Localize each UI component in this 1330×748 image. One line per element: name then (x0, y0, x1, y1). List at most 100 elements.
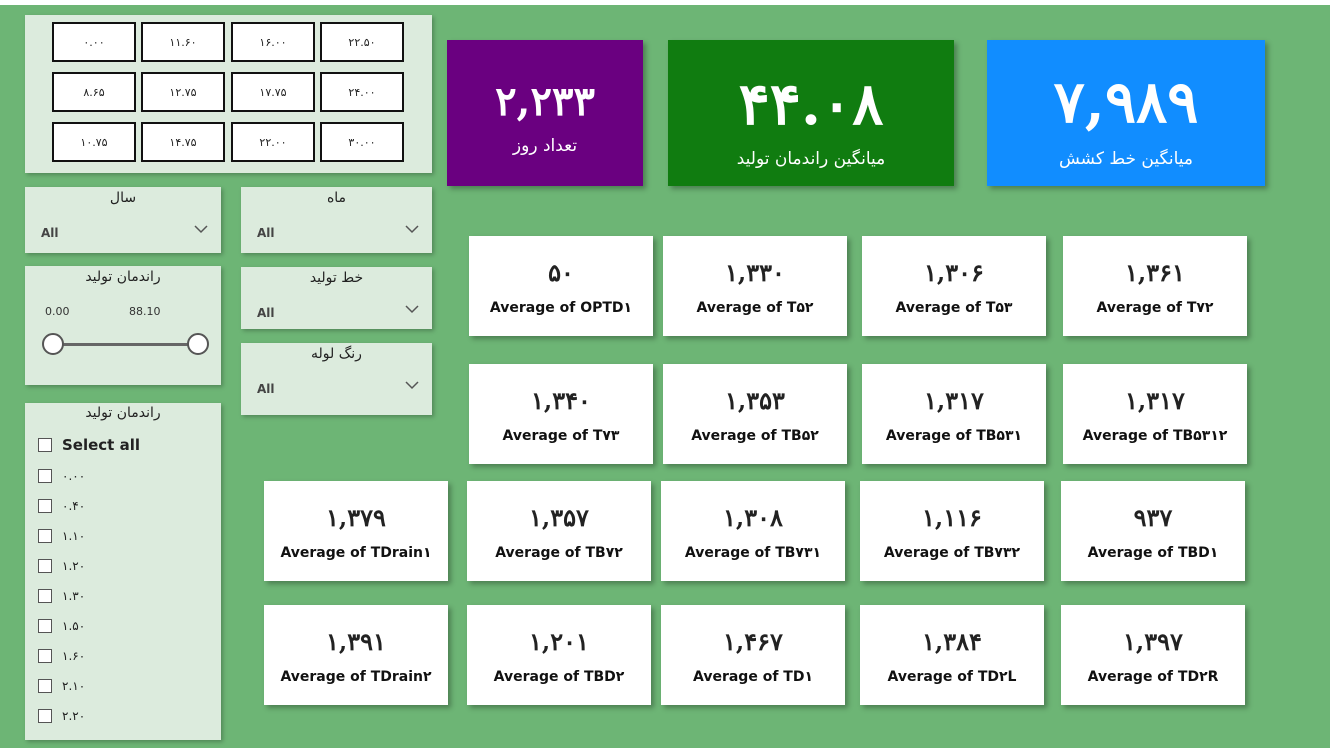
metric-label: Average of TB۵۲ (691, 428, 819, 444)
slider-min-value[interactable]: 0.00 (45, 305, 70, 318)
checklist-item[interactable]: ۱.۱۰ (38, 529, 85, 543)
month-dropdown-value[interactable]: All (257, 226, 275, 240)
checklist-item[interactable]: ۱.۶۰ (38, 649, 85, 663)
metric-card: ۱,۳۷۹ Average of TDrain۱ (264, 481, 448, 581)
checklist-item-label: ۱.۳۰ (62, 589, 86, 603)
metric-label: Average of TD۱ (693, 669, 813, 685)
checklist-item[interactable]: ۱.۲۰ (38, 559, 85, 573)
year-dropdown-value[interactable]: All (41, 226, 59, 240)
tile-button[interactable]: ۱۲.۷۵ (141, 72, 225, 112)
chevron-down-icon[interactable] (404, 302, 420, 316)
tile-button[interactable]: ۱۶.۰۰ (231, 22, 315, 62)
month-slicer: ماه All (241, 187, 432, 253)
metric-value: ۱,۳۱۷ (924, 386, 984, 415)
kpi-label: میانگین راندمان تولید (736, 149, 886, 169)
production-line-title: خط تولید (309, 270, 364, 286)
tile-button[interactable]: ۱۴.۷۵ (141, 122, 225, 162)
metric-value: ۱,۳۸۴ (922, 627, 982, 656)
metric-value: ۱,۳۷۹ (326, 503, 386, 532)
checkbox[interactable] (38, 649, 52, 663)
pipe-color-title: رنگ لوله (311, 346, 362, 362)
metric-value: ۱,۳۰۸ (723, 503, 783, 532)
chevron-down-icon[interactable] (404, 378, 420, 392)
checklist-item[interactable]: ۱.۳۰ (38, 589, 85, 603)
checklist-item-label: ۲.۲۰ (62, 709, 86, 723)
metric-value: ۱,۳۹۱ (326, 627, 386, 656)
metric-card: ۱,۳۱۷ Average of TB۵۳۱ (862, 364, 1046, 464)
metric-card: ۱,۳۱۷ Average of TB۵۳۱۲ (1063, 364, 1247, 464)
select-all-checkbox[interactable]: Select all (38, 436, 140, 454)
metric-value: ۱,۳۶۱ (1125, 258, 1185, 287)
tile-button[interactable]: ۱۰.۷۵ (52, 122, 136, 162)
tile-button[interactable]: ۲۲.۰۰ (231, 122, 315, 162)
pipe-color-slicer: رنگ لوله All (241, 343, 432, 415)
checkbox[interactable] (38, 619, 52, 633)
metric-label: Average of TB۷۳۲ (883, 545, 1021, 561)
checklist-item-label: ۰.۰۰ (62, 469, 86, 483)
slider-min-handle[interactable] (42, 333, 64, 355)
production-line-dropdown-value[interactable]: All (257, 306, 275, 320)
slider-max-value[interactable]: 88.10 (129, 305, 161, 318)
kpi-value: ۷,۹۸۹ (1053, 68, 1199, 136)
metric-label: Average of TDrain۱ (280, 545, 432, 561)
value-tile-grid: ۰.۰۰ ۱۱.۶۰ ۱۶.۰۰ ۲۲.۵۰ ۸.۶۵ ۱۲.۷۵ ۱۷.۷۵ … (25, 15, 432, 173)
checklist-item[interactable]: ۲.۲۰ (38, 709, 85, 723)
tile-button[interactable]: ۱۷.۷۵ (231, 72, 315, 112)
checkbox[interactable] (38, 679, 52, 693)
metric-card: ۱,۳۰۸ Average of TB۷۳۱ (661, 481, 845, 581)
checklist-item[interactable]: ۲.۱۰ (38, 679, 85, 693)
metric-value: ۱,۳۴۰ (531, 386, 591, 415)
checklist-item[interactable]: ۱.۵۰ (38, 619, 85, 633)
tile-button[interactable]: ۰.۰۰ (52, 22, 136, 62)
metric-label: Average of T۵۲ (696, 300, 814, 316)
tile-button[interactable]: ۳۰.۰۰ (320, 122, 404, 162)
metric-card: ۱,۳۵۷ Average of TB۷۲ (467, 481, 651, 581)
tile-button[interactable]: ۸.۶۵ (52, 72, 136, 112)
checklist-item-label: ۱.۱۰ (62, 529, 86, 543)
tile-button[interactable]: ۲۲.۵۰ (320, 22, 404, 62)
checkbox[interactable] (38, 589, 52, 603)
select-all-label: Select all (62, 436, 140, 454)
chevron-down-icon[interactable] (193, 222, 209, 236)
metric-card: ۹۳۷ Average of TBD۱ (1061, 481, 1245, 581)
metric-value: ۱,۳۳۰ (725, 258, 785, 287)
kpi-value: ۴۴.۰۸ (738, 70, 884, 138)
checkbox[interactable] (38, 559, 52, 573)
efficiency-checklist-slicer: راندمان تولید Select all ۰.۰۰ ۰.۴۰ ۱.۱۰ … (25, 403, 221, 740)
metric-value: ۱,۳۹۷ (1123, 627, 1183, 656)
checklist-title: راندمان تولید (85, 405, 161, 421)
slider-title: راندمان تولید (85, 269, 161, 285)
metric-label: Average of TDrain۲ (280, 669, 432, 685)
metric-card: ۱,۳۸۴ Average of TD۲L (860, 605, 1044, 705)
metric-label: Average of TBD۱ (1087, 545, 1219, 561)
metric-value: ۱,۳۵۳ (725, 386, 785, 415)
checkbox[interactable] (38, 469, 52, 483)
kpi-value: ۲,۲۳۳ (495, 78, 595, 125)
metric-label: Average of TBD۲ (493, 669, 625, 685)
tile-button[interactable]: ۲۴.۰۰ (320, 72, 404, 112)
efficiency-slider-slicer: راندمان تولید 0.00 88.10 (25, 266, 221, 385)
metric-value: ۱,۲۰۱ (529, 627, 589, 656)
checklist-item[interactable]: ۰.۰۰ (38, 469, 85, 483)
checklist-item-label: ۱.۵۰ (62, 619, 86, 633)
checklist-item-label: ۱.۶۰ (62, 649, 86, 663)
checkbox[interactable] (38, 438, 52, 452)
metric-label: Average of OPTD۱ (489, 300, 633, 316)
chevron-down-icon[interactable] (404, 222, 420, 236)
metric-card: ۱,۲۰۱ Average of TBD۲ (467, 605, 651, 705)
metric-label: Average of T۷۳ (502, 428, 620, 444)
metric-label: Average of TB۷۲ (495, 545, 623, 561)
checkbox[interactable] (38, 499, 52, 513)
checklist-item[interactable]: ۰.۴۰ (38, 499, 85, 513)
avg-draw-line-kpi-card: ۷,۹۸۹ میانگین خط کشش (987, 40, 1265, 186)
pipe-color-dropdown-value[interactable]: All (257, 382, 275, 396)
days-count-kpi-card: ۲,۲۳۳ تعداد روز (447, 40, 643, 186)
checkbox[interactable] (38, 529, 52, 543)
checkbox[interactable] (38, 709, 52, 723)
metric-label: Average of TD۲L (887, 669, 1017, 685)
tile-button[interactable]: ۱۱.۶۰ (141, 22, 225, 62)
metric-value: ۹۳۷ (1133, 503, 1173, 532)
slider-track[interactable] (53, 343, 199, 346)
slider-max-handle[interactable] (187, 333, 209, 355)
metric-card: ۵۰ Average of OPTD۱ (469, 236, 653, 336)
